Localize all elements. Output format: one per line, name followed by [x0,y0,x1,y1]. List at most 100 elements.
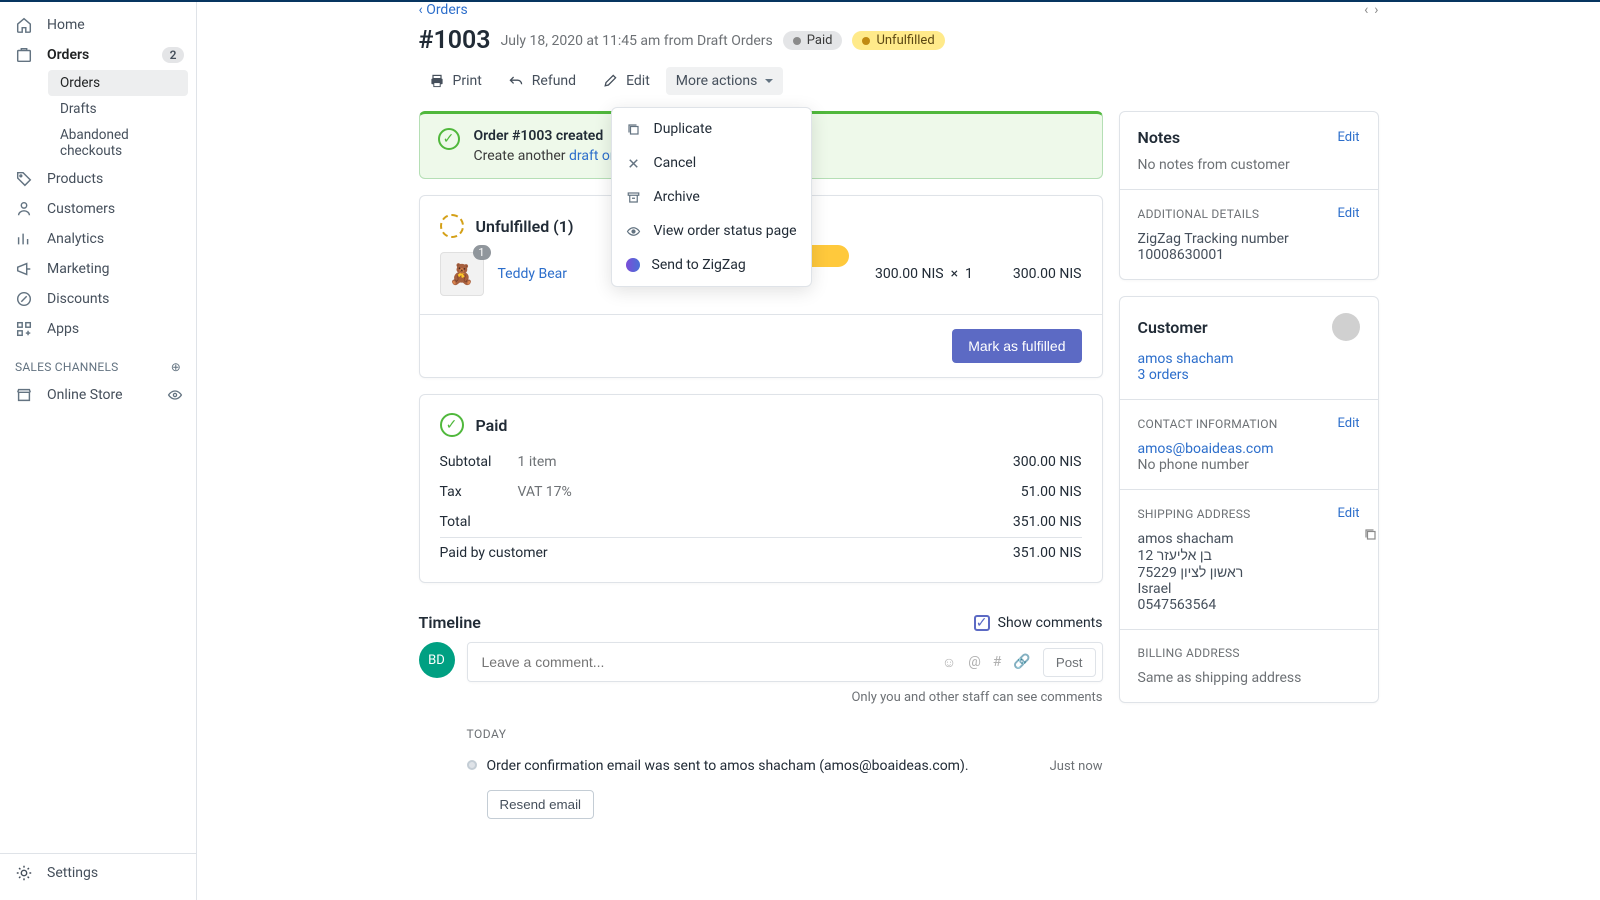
timeline-day: TODAY [419,723,1103,751]
show-comments-toggle[interactable]: ✓ Show comments [974,615,1103,631]
fulfillment-title: Unfulfilled (1) [476,217,574,236]
addl-edit[interactable]: Edit [1337,206,1359,221]
subtotal-row: Subtotal1 item300.00 NIS [440,447,1082,477]
nav-analytics[interactable]: Analytics [0,224,196,254]
unfulfilled-badge: Unfulfilled [852,31,944,50]
megaphone-icon [15,260,33,278]
discount-icon [15,290,33,308]
tax-row: TaxVAT 17%51.00 NIS [440,477,1082,507]
more-actions-dropdown: Duplicate Cancel Archive View order stat… [611,107,812,287]
paid-badge: Paid [783,31,843,50]
notes-card: Notes Edit No notes from customer ADDITI… [1119,111,1379,280]
apps-icon [15,320,33,338]
product-thumbnail[interactable]: 🧸 1 [440,252,484,296]
hash-icon[interactable]: # [987,654,1008,670]
dd-send-zigzag[interactable]: Send to ZigZag [612,248,811,282]
user-icon [15,200,33,218]
nav-apps-label: Apps [47,321,79,337]
dd-duplicate[interactable]: Duplicate [612,112,811,146]
store-icon [15,386,33,404]
nav-home[interactable]: Home [0,10,196,40]
payment-card: ✓ Paid Subtotal1 item300.00 NIS TaxVAT 1… [419,394,1103,583]
notes-body: No notes from customer [1120,153,1378,189]
shipping-edit[interactable]: Edit [1337,506,1359,521]
nav-orders-sub[interactable]: Orders [48,70,188,96]
ship-line: amos shacham [1138,531,1360,547]
ship-line: Israel [1138,581,1360,597]
user-avatar: BD [419,642,455,678]
notes-edit[interactable]: Edit [1337,130,1359,145]
nav-settings[interactable]: Settings [0,853,196,892]
order-title: #1003 [419,26,491,55]
customer-card: Customer amos shacham 3 orders CONTACT I… [1119,296,1379,703]
add-channel-icon[interactable]: ⊕ [171,360,181,374]
order-header: #1003 July 18, 2020 at 11:45 am from Dra… [419,26,1379,55]
nav-customers[interactable]: Customers [0,194,196,224]
thumbnail-qty: 1 [473,245,491,260]
paid-ring-icon: ✓ [440,413,464,437]
check-circle-icon: ✓ [438,128,460,150]
zigzag-icon [626,258,640,272]
customer-email[interactable]: amos@boaideas.com [1138,441,1360,457]
tag-icon [15,170,33,188]
billing-heading: BILLING ADDRESS [1138,646,1240,660]
print-icon [429,73,445,89]
mention-icon[interactable]: @ [962,654,987,670]
customer-orders-link[interactable]: 3 orders [1138,367,1360,383]
nav-apps[interactable]: Apps [0,314,196,344]
nav-drafts[interactable]: Drafts [48,96,196,122]
nav-products[interactable]: Products [0,164,196,194]
eye-icon [626,223,642,239]
comment-input-wrap: ☺ @ # 🔗 Post [467,642,1103,682]
attach-icon[interactable]: 🔗 [1007,654,1036,670]
ship-line: בן אליעזר 12 [1138,547,1360,564]
archive-icon [626,189,642,205]
nav-customers-label: Customers [47,201,115,217]
next-order-icon[interactable]: › [1374,2,1378,18]
nav-orders[interactable]: Orders 2 [0,40,196,70]
eye-icon[interactable] [166,386,184,404]
timeline-note: Only you and other staff can see comment… [419,682,1103,723]
sidebar: Home Orders 2 Orders Drafts Abandoned ch… [0,2,197,900]
timeline-dot-icon [467,760,477,770]
contact-edit[interactable]: Edit [1337,416,1359,431]
notes-heading: Notes [1138,128,1181,147]
customer-name-link[interactable]: amos shacham [1138,351,1360,367]
post-button[interactable]: Post [1043,648,1096,677]
more-actions-button[interactable]: More actions [666,67,784,95]
comment-input[interactable] [480,653,936,671]
contact-heading: CONTACT INFORMATION [1138,417,1278,431]
nav-marketing-label: Marketing [47,261,110,277]
dd-archive[interactable]: Archive [612,180,811,214]
nav-home-label: Home [47,17,85,33]
pencil-icon [602,73,618,89]
dd-status-page[interactable]: View order status page [612,214,811,248]
nav-orders-label: Orders [47,47,89,63]
paidby-row: Paid by customer351.00 NIS [440,538,1082,568]
back-link[interactable]: ‹ Orders [419,2,468,18]
nav-discounts[interactable]: Discounts [0,284,196,314]
mark-fulfilled-button[interactable]: Mark as fulfilled [952,329,1081,363]
nav-abandoned[interactable]: Abandoned checkouts [48,122,196,164]
addl-heading: ADDITIONAL DETAILS [1138,207,1260,221]
line-total: 300.00 NIS [1013,266,1082,282]
unit-price: 300.00 NIS × 1 [875,266,973,282]
resend-email-button[interactable]: Resend email [487,790,595,819]
customer-heading: Customer [1138,318,1208,337]
refund-button[interactable]: Refund [498,67,586,95]
copy-address-icon[interactable] [1363,527,1378,542]
orders-icon [15,46,33,64]
customer-avatar[interactable] [1332,313,1360,341]
nav-discounts-label: Discounts [47,291,109,307]
paid-title: Paid [476,416,508,435]
nav-analytics-label: Analytics [47,231,104,247]
prev-order-icon[interactable]: ‹ [1364,2,1368,18]
nav-marketing[interactable]: Marketing [0,254,196,284]
refund-icon [508,73,524,89]
nav-online-store[interactable]: Online Store [0,380,196,410]
emoji-icon[interactable]: ☺ [936,654,962,671]
edit-button[interactable]: Edit [592,67,660,95]
order-meta: July 18, 2020 at 11:45 am from Draft Ord… [501,33,773,49]
print-button[interactable]: Print [419,67,492,95]
dd-cancel[interactable]: Cancel [612,146,811,180]
